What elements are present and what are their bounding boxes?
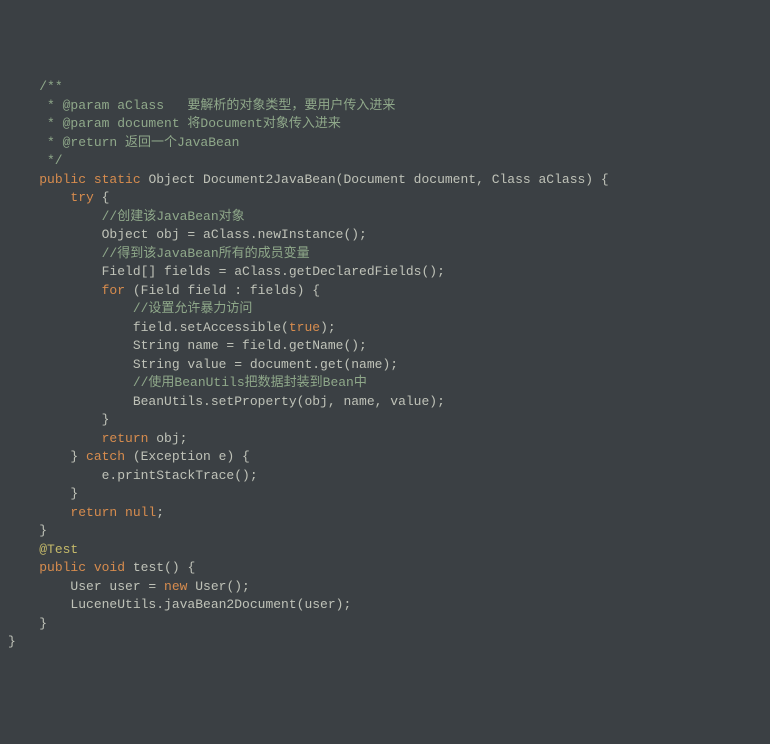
code-line: //创建该JavaBean对象 — [8, 208, 770, 227]
code-line: field.setAccessible(true); — [8, 319, 770, 338]
code-line: for (Field field : fields) { — [8, 282, 770, 301]
code-line: User user = new User(); — [8, 578, 770, 597]
code-token: Field[] fields = aClass.getDeclaredField… — [8, 264, 445, 279]
code-token: (Exception e) { — [133, 449, 250, 464]
code-token: field.setAccessible( — [8, 320, 289, 335]
code-line: Field[] fields = aClass.getDeclaredField… — [8, 263, 770, 282]
code-line: Object obj = aClass.newInstance(); — [8, 226, 770, 245]
code-token: public static — [39, 172, 148, 187]
code-token: * @param document 将Document对象传入进来 — [8, 116, 341, 131]
code-token: return — [102, 431, 157, 446]
code-token: try — [70, 190, 101, 205]
code-token: * @param aClass 要解析的对象类型，要用户传入进来 — [8, 98, 395, 113]
code-token: //创建该JavaBean对象 — [102, 209, 245, 224]
code-token: } — [8, 449, 86, 464]
code-token: */ — [8, 153, 63, 168]
code-token — [8, 79, 39, 94]
code-token: @Test — [39, 542, 78, 557]
code-token — [8, 375, 133, 390]
code-line: * @param aClass 要解析的对象类型，要用户传入进来 — [8, 97, 770, 116]
code-line: public void test() { — [8, 559, 770, 578]
code-token: (Field field : fields) { — [133, 283, 320, 298]
code-token — [8, 542, 39, 557]
code-token: public void — [39, 560, 133, 575]
code-token — [8, 172, 39, 187]
code-line: //设置允许暴力访问 — [8, 300, 770, 319]
code-line: return obj; — [8, 430, 770, 449]
code-token: //设置允许暴力访问 — [133, 301, 253, 316]
code-token: e.printStackTrace(); — [8, 468, 258, 483]
code-line: } catch (Exception e) { — [8, 448, 770, 467]
code-line: String name = field.getName(); — [8, 337, 770, 356]
code-token: LuceneUtils.javaBean2Document(user); — [8, 597, 351, 612]
code-token: ); — [320, 320, 336, 335]
code-line: * @return 返回一个JavaBean — [8, 134, 770, 153]
code-token: User(); — [195, 579, 250, 594]
code-line: } — [8, 485, 770, 504]
code-line: * @param document 将Document对象传入进来 — [8, 115, 770, 134]
code-token: * @return 返回一个JavaBean — [8, 135, 239, 150]
code-block: /** * @param aClass 要解析的对象类型，要用户传入进来 * @… — [0, 74, 770, 652]
code-token: //使用BeanUtils把数据封装到Bean中 — [133, 375, 367, 390]
code-line: } — [8, 615, 770, 634]
code-token — [8, 246, 102, 261]
code-token: return null — [70, 505, 156, 520]
code-token — [8, 190, 70, 205]
code-token — [8, 283, 102, 298]
code-line: @Test — [8, 541, 770, 560]
code-line: return null; — [8, 504, 770, 523]
code-token: new — [164, 579, 195, 594]
code-token — [8, 209, 102, 224]
code-token: String name = field.getName(); — [8, 338, 367, 353]
code-token: } — [8, 486, 78, 501]
code-token: String value = document.get(name); — [8, 357, 398, 372]
code-line: /** — [8, 78, 770, 97]
code-line: } — [8, 522, 770, 541]
code-token: for — [102, 283, 133, 298]
code-line: } — [8, 633, 770, 652]
code-token: obj; — [156, 431, 187, 446]
code-token: /** — [39, 79, 62, 94]
code-token: ; — [156, 505, 164, 520]
code-line: //得到该JavaBean所有的成员变量 — [8, 245, 770, 264]
code-token: BeanUtils.setProperty(obj, name, value); — [8, 394, 445, 409]
code-line: } — [8, 411, 770, 430]
code-token: //得到该JavaBean所有的成员变量 — [102, 246, 310, 261]
code-line: try { — [8, 189, 770, 208]
code-token — [8, 560, 39, 575]
code-token: } — [8, 412, 109, 427]
code-line: */ — [8, 152, 770, 171]
code-token: catch — [86, 449, 133, 464]
code-token: } — [8, 634, 16, 649]
code-token: } — [8, 523, 47, 538]
code-token: Object Document2JavaBean(Document docume… — [148, 172, 608, 187]
code-line: //使用BeanUtils把数据封装到Bean中 — [8, 374, 770, 393]
code-token: Object obj = aClass.newInstance(); — [8, 227, 367, 242]
code-line: e.printStackTrace(); — [8, 467, 770, 486]
code-token: test() { — [133, 560, 195, 575]
code-token — [8, 431, 102, 446]
code-token — [8, 505, 70, 520]
code-token: } — [8, 616, 47, 631]
code-token: User user = — [8, 579, 164, 594]
code-token: { — [102, 190, 110, 205]
code-line: String value = document.get(name); — [8, 356, 770, 375]
code-token: true — [289, 320, 320, 335]
code-line: public static Object Document2JavaBean(D… — [8, 171, 770, 190]
code-token — [8, 301, 133, 316]
code-line: BeanUtils.setProperty(obj, name, value); — [8, 393, 770, 412]
